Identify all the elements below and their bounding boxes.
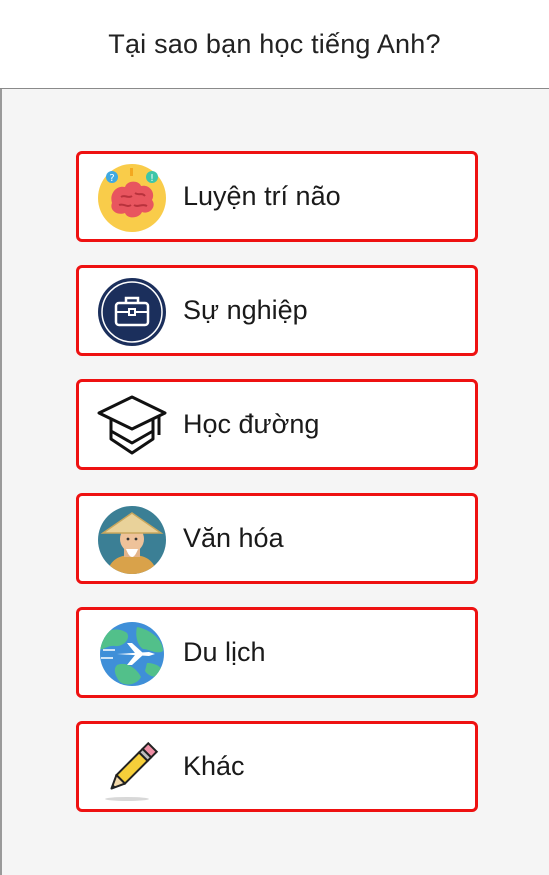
brain-icon: ? ! [97,163,167,233]
option-van-hoa[interactable]: Văn hóa [76,493,478,584]
option-label: Học đường [183,409,320,439]
option-du-lich[interactable]: Du lịch [76,607,478,698]
pencil-icon [97,733,167,803]
option-label: Khác [183,751,245,781]
option-label: Sự nghiệp [183,295,308,325]
svg-text:?: ? [109,173,114,184]
option-hoc-duong[interactable]: Học đường [76,379,478,470]
page-title: Tại sao bạn học tiếng Anh? [108,28,441,59]
option-luyen-tri-nao[interactable]: ? ! Luyện trí não [76,151,478,242]
globe-airplane-icon [97,619,167,689]
header-bar: Tại sao bạn học tiếng Anh? [0,0,549,89]
left-edge-border [0,0,2,875]
graduation-cap-icon [97,391,167,461]
reason-options-list: ? ! Luyện trí não Sự nghiệp Học đường Vă… [76,151,478,835]
option-su-nghiep[interactable]: Sự nghiệp [76,265,478,356]
option-label: Du lịch [183,637,266,667]
option-label: Luyện trí não [183,181,341,211]
svg-text:!: ! [150,173,154,184]
vietnamese-man-icon [97,505,167,575]
option-label: Văn hóa [183,523,284,553]
briefcase-icon [97,277,167,347]
option-khac[interactable]: Khác [76,721,478,812]
